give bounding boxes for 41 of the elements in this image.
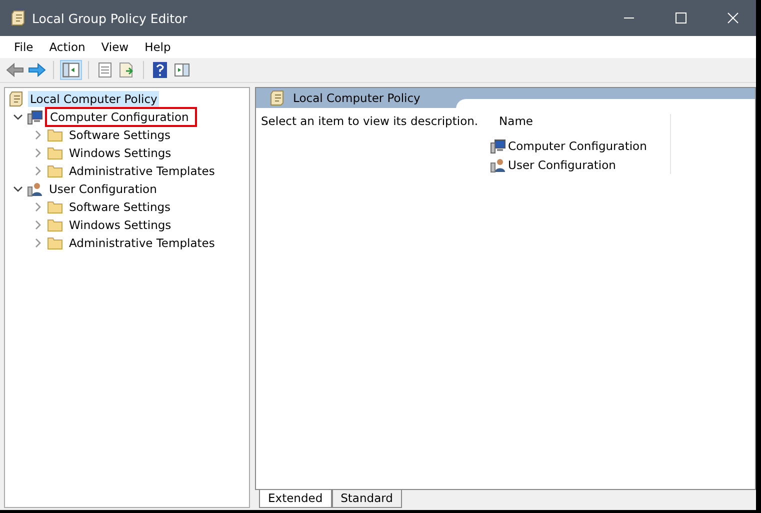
pane-title: Local Computer Policy [293,91,420,105]
tree-item[interactable]: Local Computer Policy [28,91,160,107]
folder-icon [47,127,63,143]
computer-icon [490,138,506,154]
tab[interactable]: Standard [332,490,402,508]
tree-item[interactable]: Administrative Templates [67,163,217,179]
policy-scroll-icon [8,91,24,107]
column-header[interactable]: Name [490,114,670,136]
menu-item[interactable]: Help [136,40,179,54]
window-title: Local Group Policy Editor [32,10,188,26]
list-item[interactable]: User Configuration [508,158,616,172]
tree-item[interactable]: Windows Settings [67,145,174,161]
tree-item[interactable]: Windows Settings [67,217,174,233]
menu-item[interactable]: Action [41,40,94,54]
policy-scroll-icon [10,10,26,26]
properties-icon[interactable] [96,62,114,78]
folder-icon [47,235,63,251]
policy-scroll-icon [269,90,285,106]
help-icon[interactable] [151,61,169,79]
tree-item[interactable]: Software Settings [67,127,173,143]
tree-item[interactable]: User Configuration [47,181,159,197]
folder-icon [47,217,63,233]
back-arrow-icon[interactable] [6,62,24,78]
list-item[interactable]: Computer Configuration [508,138,647,152]
tree-item[interactable]: Computer Configuration [47,109,195,125]
folder-icon [47,163,63,179]
computer-icon [27,109,43,125]
users-icon [27,181,43,197]
description-text: Select an item to view its description. [260,114,480,128]
folder-icon [47,145,63,161]
folder-icon [47,199,63,215]
action-pane-icon[interactable] [173,62,191,78]
tab[interactable]: Extended [259,490,332,508]
tree-pane-icon[interactable] [61,61,81,79]
tree-item[interactable]: Software Settings [67,199,173,215]
tree-item[interactable]: Administrative Templates [67,235,217,251]
menu-item[interactable]: View [93,40,137,54]
menu-item[interactable]: File [6,40,42,54]
forward-arrow-icon[interactable] [28,62,46,78]
users-icon [490,156,506,172]
export-list-icon[interactable] [118,62,136,78]
